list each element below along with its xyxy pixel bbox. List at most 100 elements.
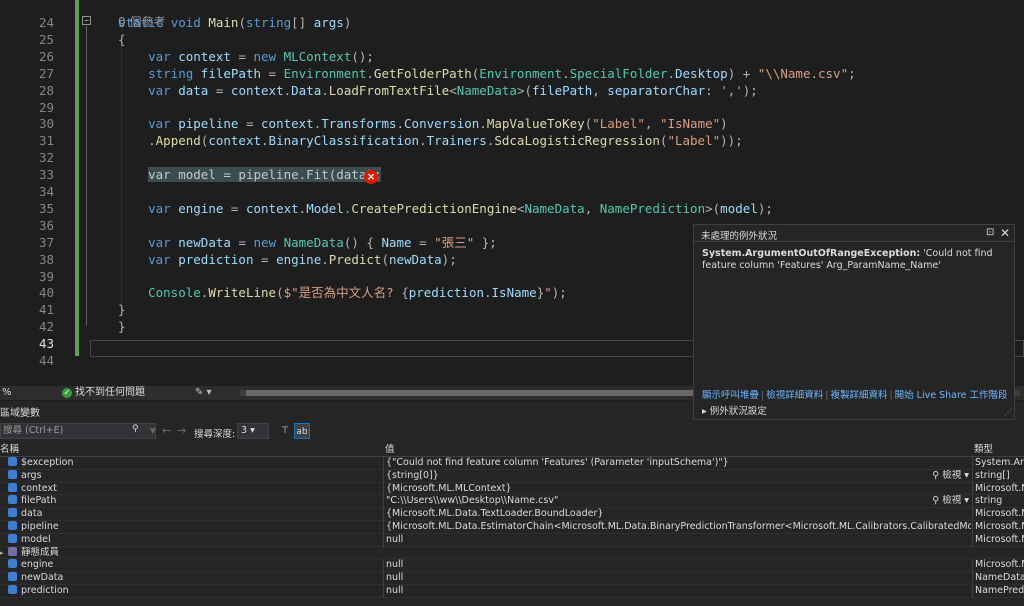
code-token: Append xyxy=(155,133,201,149)
code-text[interactable]: } xyxy=(118,301,126,318)
error-icon[interactable]: × xyxy=(364,170,378,184)
table-row[interactable]: filePath "C:\\Users\\ww\\Desktop\\Name.cs… xyxy=(0,495,1024,509)
code-token: IsName xyxy=(491,285,537,301)
table-row[interactable]: args {string[0]} ⚲ 檢視 ▾ string[] xyxy=(0,469,1024,483)
search-icon[interactable]: ⚲ xyxy=(132,424,142,434)
code-text[interactable]: } xyxy=(118,318,126,335)
resize-grip-icon[interactable]: ⋰ xyxy=(1004,408,1012,417)
code-token: () { xyxy=(343,234,382,250)
variable-value-cell[interactable]: {string[0]} ⚲ 檢視 ▾ xyxy=(383,469,971,483)
table-row[interactable]: data {Microsoft.ML.Data.TextLoader.BoundL… xyxy=(0,508,1024,521)
code-token: MapValueToKey xyxy=(486,116,585,132)
code-token: = xyxy=(238,234,254,250)
code-line[interactable]: 33 var model = pipeline.Fit(data); xyxy=(0,166,1024,183)
table-row[interactable]: $exception {"Could not find feature colum… xyxy=(0,457,1024,470)
view-details-link[interactable]: 檢視詳細資料 xyxy=(766,390,823,401)
column-value[interactable]: 值 xyxy=(385,443,395,457)
pin-icon[interactable]: ⊡ xyxy=(986,227,994,238)
live-share-link[interactable]: 開始 Live Share 工作階段 xyxy=(895,390,1008,401)
code-token: ); xyxy=(757,200,773,216)
line-number: 24 xyxy=(38,15,54,30)
code-line[interactable]: 24 static void Main(string[] args) xyxy=(0,14,1024,31)
code-line[interactable]: 25 { xyxy=(0,31,1024,48)
code-text[interactable]: static void Main(string[] args) xyxy=(118,14,351,31)
search-depth-select[interactable]: 3 ▾ xyxy=(237,423,269,439)
code-text[interactable]: var data = context.Data.LoadFromTextFile… xyxy=(118,82,758,99)
variable-value-cell[interactable]: {"Could not find feature column 'Feature… xyxy=(383,457,971,470)
table-row[interactable]: model null Microsoft.ML.Data.TransformerCh… xyxy=(0,533,1024,547)
code-text[interactable]: string filePath = Environment.GetFolderP… xyxy=(118,65,856,82)
column-type[interactable]: 類型 xyxy=(974,443,993,457)
code-line[interactable]: 26 var context = new MLContext(); xyxy=(0,48,1024,65)
show-call-stack-link[interactable]: 顯示呼叫堆疊 xyxy=(702,390,759,401)
code-text[interactable]: var engine = context.Model.CreatePredict… xyxy=(118,200,773,217)
variable-value-cell[interactable]: "C:\\Users\\ww\\Desktop\\Name.csv" ⚲ 檢視 ▾ xyxy=(383,495,971,509)
variable-value-cell[interactable]: {Microsoft.ML.MLContext} xyxy=(383,482,971,496)
code-line[interactable]: 30 var pipeline = context.Transforms.Con… xyxy=(0,115,1024,132)
hex-display-icon[interactable]: ab xyxy=(294,423,310,439)
code-token: . xyxy=(366,65,374,81)
code-token: var model = pipeline.Fit(data); xyxy=(148,167,382,183)
code-line[interactable]: 35 var engine = context.Model.CreatePred… xyxy=(0,200,1024,217)
exception-links: 顯示呼叫堆疊 | 檢視詳細資料 | 複製詳細資料 | 開始 Live Share 工作階段 xyxy=(702,390,1008,401)
code-text[interactable]: var newData = new NameData() { Name = "張… xyxy=(118,234,497,251)
dropdown-arrow-icon[interactable]: ▾ xyxy=(150,425,156,437)
variable-icon xyxy=(8,584,17,594)
code-text[interactable]: Console. WriteLine($"是否為中文人名? {prediction… xyxy=(118,284,567,301)
exception-settings-toggle[interactable]: ▸ 例外狀況設定 xyxy=(702,403,767,417)
column-name[interactable]: 名稱 xyxy=(0,443,19,457)
viewer-dropdown[interactable]: ⚲ 檢視 ▾ xyxy=(932,495,969,508)
codelens-hint[interactable]: 0 個參考 xyxy=(0,0,1024,29)
code-token: } xyxy=(118,319,126,335)
variable-icon xyxy=(8,482,17,492)
code-token: WriteLine xyxy=(208,285,277,301)
viewer-label: 檢視 xyxy=(942,469,962,481)
code-line[interactable]: 31 .Append(context.BinaryClassification.… xyxy=(0,132,1024,149)
pin-icon[interactable]: ⊤ xyxy=(277,423,293,439)
exception-type: System.ArgumentOutOfRangeException: xyxy=(702,248,921,259)
code-token: string xyxy=(245,15,292,30)
expand-arrow-icon: ▸ xyxy=(702,406,710,417)
line-number: 40 xyxy=(38,285,54,301)
code-line[interactable]: 34 xyxy=(0,183,1024,200)
table-row[interactable]: newData null NameData xyxy=(0,572,1024,585)
table-row[interactable]: pipeline {Microsoft.ML.Data.EstimatorChai… xyxy=(0,520,1024,534)
code-line[interactable]: 29 xyxy=(0,99,1024,116)
code-line[interactable]: 28 var data = context.Data.LoadFromTextF… xyxy=(0,82,1024,99)
arrow-left-icon[interactable]: ← xyxy=(162,425,171,437)
code-text[interactable]: var pipeline = context.Transforms.Conver… xyxy=(118,115,728,132)
zoom-level[interactable]: % xyxy=(2,386,12,400)
variable-value-cell[interactable]: null xyxy=(383,572,971,585)
arrow-right-icon[interactable]: → xyxy=(177,425,186,437)
variable-value-cell[interactable]: {Microsoft.ML.Data.TextLoader.BoundLoade… xyxy=(383,508,971,521)
copy-details-link[interactable]: 複製詳細資料 xyxy=(830,390,887,401)
code-text[interactable]: var prediction = engine.Predict(newData)… xyxy=(118,251,457,268)
table-row[interactable]: prediction null NamePrediction xyxy=(0,584,1024,598)
variable-value-cell[interactable]: null xyxy=(383,584,971,598)
expand-arrow-icon[interactable]: ▸ xyxy=(0,547,8,560)
table-row[interactable]: context {Microsoft.ML.MLContext} Microsoft… xyxy=(0,482,1024,496)
variable-value-cell[interactable]: null xyxy=(383,559,971,573)
close-icon[interactable]: ✕ xyxy=(1000,226,1010,240)
code-cleanup-icon[interactable]: ✎ ▾ xyxy=(195,386,212,400)
issues-status[interactable]: 找不到任何問題 xyxy=(75,386,145,400)
code-token: NameData xyxy=(456,82,517,98)
table-row[interactable]: engine null Microsoft.ML.PredictionEngine xyxy=(0,559,1024,573)
dropdown-arrow-icon: ▾ xyxy=(961,495,969,507)
code-text[interactable]: var context = new MLContext(); xyxy=(118,48,374,65)
table-row[interactable]: ▸ 靜態成員 xyxy=(0,546,1024,560)
variable-value-cell[interactable]: {Microsoft.ML.Data.EstimatorChain<Micros… xyxy=(383,520,971,534)
code-token: . xyxy=(283,82,292,98)
line-number: 43 xyxy=(38,336,54,352)
viewer-dropdown[interactable]: ⚲ 檢視 ▾ xyxy=(932,470,969,483)
variable-value-cell[interactable]: null xyxy=(383,533,971,547)
code-text[interactable]: .Append(context.BinaryClassification.Tra… xyxy=(118,132,743,149)
code-token: ; xyxy=(848,65,856,81)
code-text[interactable]: var model = pipeline.Fit(data); xyxy=(118,166,382,183)
code-text[interactable]: { xyxy=(118,31,126,48)
code-line[interactable]: 32 xyxy=(0,149,1024,166)
code-token: newData xyxy=(178,234,239,250)
scrollbar-thumb[interactable] xyxy=(246,390,696,396)
code-line[interactable]: 27 string filePath = Environment.GetFold… xyxy=(0,65,1024,82)
